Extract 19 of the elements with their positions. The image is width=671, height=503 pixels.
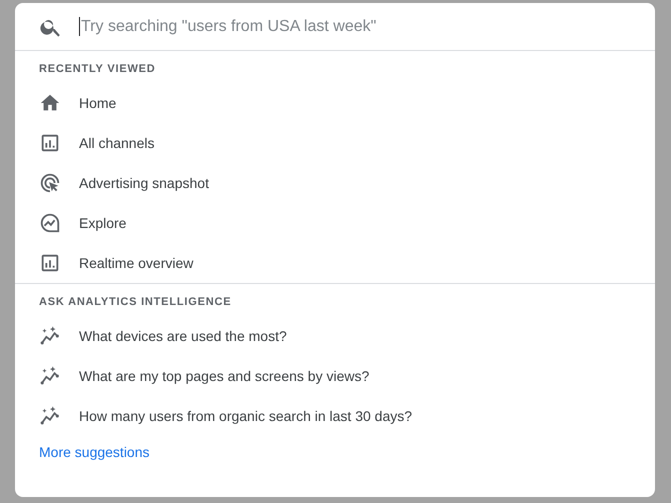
- more-suggestions-link[interactable]: More suggestions: [39, 444, 150, 460]
- report-icon: [39, 132, 61, 154]
- menu-item[interactable]: All channels: [39, 123, 631, 163]
- menu-item[interactable]: What are my top pages and screens by views?: [39, 356, 631, 396]
- section-heading: RECENTLY VIEWED: [39, 62, 156, 77]
- menu-item[interactable]: What devices are used the most?: [39, 316, 631, 356]
- menu-item[interactable]: Advertising snapshot: [39, 163, 631, 203]
- report-icon: [39, 252, 61, 274]
- insight-icon: [39, 405, 61, 427]
- section-heading: ASK ANALYTICS INTELLIGENCE: [39, 295, 232, 310]
- insight-icon: [39, 325, 61, 347]
- advertising-icon: [39, 172, 61, 194]
- menu-item[interactable]: How many users from organic search in last 30 days?: [39, 396, 631, 436]
- menu-item[interactable]: Home: [39, 83, 631, 123]
- insight-icon: [39, 365, 61, 387]
- explore-icon: [39, 212, 61, 234]
- menu-item[interactable]: Realtime overview: [39, 243, 631, 283]
- text-cursor: [79, 17, 80, 36]
- menu-item[interactable]: Explore: [39, 203, 631, 243]
